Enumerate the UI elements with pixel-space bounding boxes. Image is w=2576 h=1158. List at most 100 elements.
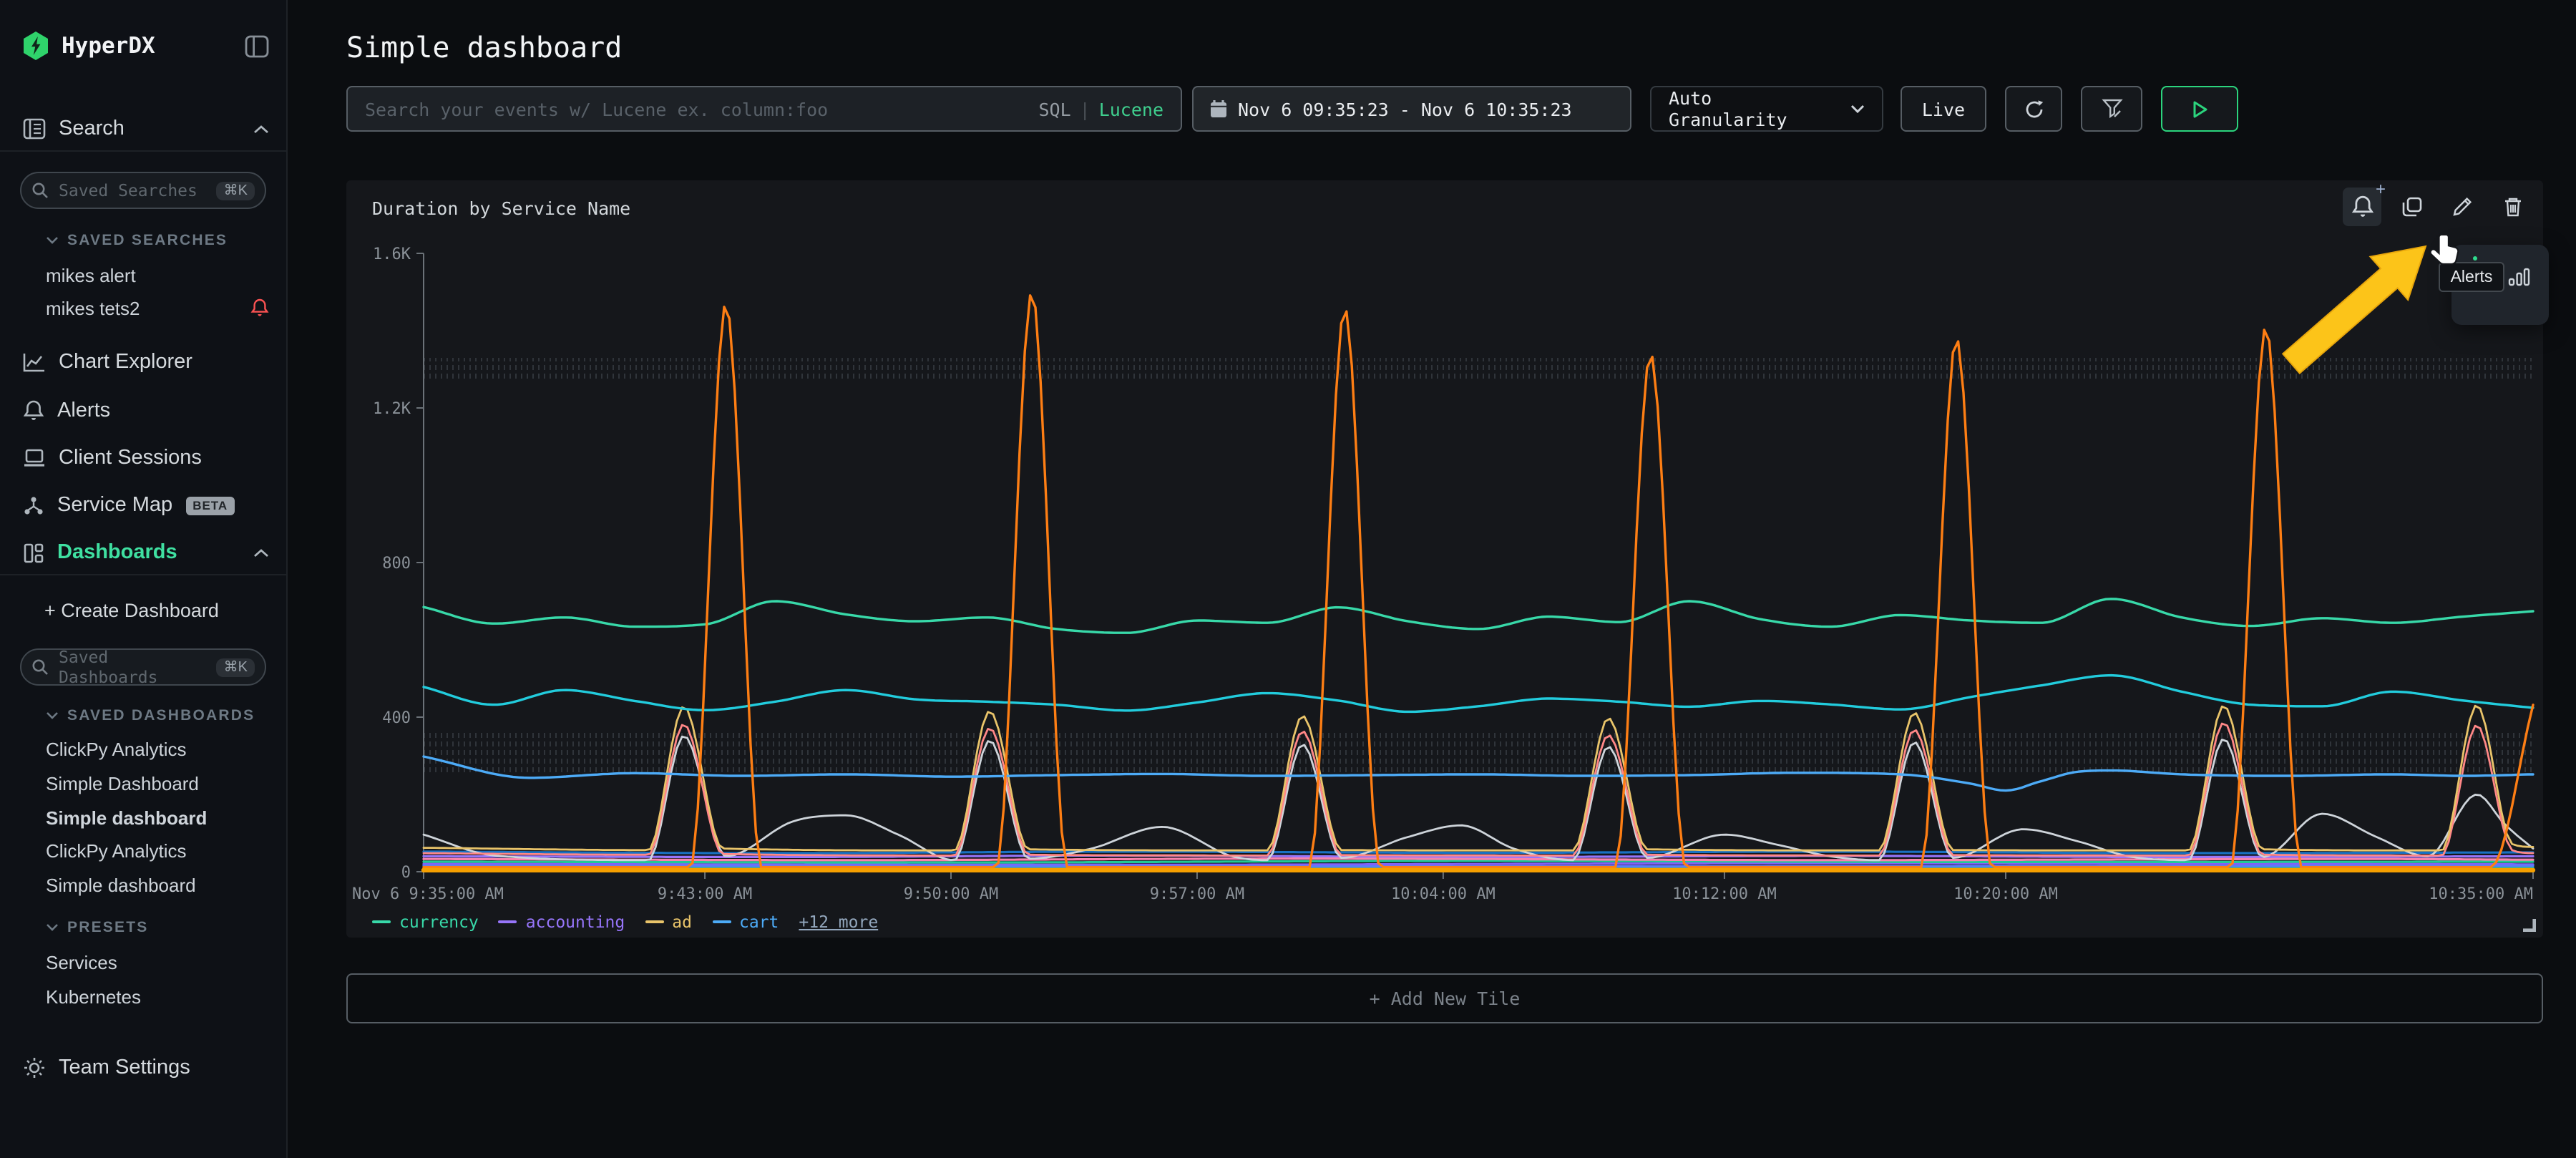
legend-item[interactable]: accounting — [499, 912, 625, 932]
saved-search-item[interactable]: mikes tets2 — [46, 293, 269, 322]
main-content: Simple dashboard 0 Tags Search your even… — [286, 0, 2576, 1158]
app-title: HyperDX — [62, 33, 155, 59]
resize-handle[interactable] — [2522, 918, 2536, 932]
sidebar-item-dashboards[interactable]: Dashboards — [23, 538, 269, 567]
chart-tile: Duration by Service Name + — [346, 180, 2543, 938]
saved-dashboards-header[interactable]: SAVED DASHBOARDS — [46, 701, 269, 730]
dashboards-icon — [23, 542, 44, 563]
saved-dashboards-input[interactable]: Saved Dashboards ⌘K — [20, 648, 266, 686]
search-section-icon — [23, 117, 46, 140]
chevron-up-icon[interactable] — [253, 124, 269, 134]
sidebar-item-search[interactable]: Search — [23, 115, 269, 143]
shortcut-badge: ⌘K — [217, 181, 255, 200]
service-map-icon — [23, 495, 44, 516]
bell-icon — [23, 399, 44, 422]
saved-dashboards-placeholder: Saved Dashboards — [59, 647, 207, 687]
create-dashboard-button[interactable]: + Create Dashboard — [44, 595, 269, 624]
event-search-placeholder: Search your events w/ Lucene ex. column:… — [365, 98, 1038, 120]
chevron-up-icon[interactable] — [253, 548, 269, 558]
time-range-picker[interactable]: Nov 6 09:35:23 - Nov 6 10:35:23 — [1192, 86, 1631, 132]
x-tick-label: Nov 6 9:35:00 AM — [352, 885, 504, 903]
sidebar-item-service-map[interactable]: Service Map BETA — [23, 491, 269, 520]
saved-searches-header[interactable]: SAVED SEARCHES — [46, 226, 269, 255]
sidebar-item-alerts[interactable]: Alerts — [23, 396, 269, 425]
sidebar-item-client-sessions[interactable]: Client Sessions — [23, 444, 269, 472]
sql-toggle[interactable]: SQL — [1038, 98, 1070, 120]
event-search-input[interactable]: Search your events w/ Lucene ex. column:… — [346, 86, 1182, 132]
dashboard-list-item[interactable]: Simple dashboard — [46, 870, 269, 899]
x-tick-label: 10:04:00 AM — [1391, 885, 1496, 903]
saved-searches-placeholder: Saved Searches — [59, 180, 207, 200]
chart-legend: currency accounting ad cart +12 more — [372, 912, 878, 932]
chevron-down-icon — [46, 711, 59, 720]
logo-row: HyperDX — [23, 31, 269, 60]
x-tick-label: 9:43:00 AM — [658, 885, 752, 903]
sidebar-search-label: Search — [59, 117, 125, 140]
legend-dash — [712, 920, 731, 923]
presets-header[interactable]: PRESETS — [46, 913, 269, 942]
legend-dash — [372, 920, 391, 923]
y-tick-label: 0 — [401, 864, 411, 882]
y-tick-label: 800 — [382, 555, 411, 573]
granularity-select[interactable]: Auto Granularity — [1650, 86, 1883, 132]
add-new-tile-button[interactable]: + Add New Tile — [346, 973, 2543, 1023]
series-checkout — [424, 676, 2533, 712]
series-quote — [424, 863, 2533, 865]
page-title: Simple dashboard — [346, 30, 622, 64]
gear-icon — [23, 1056, 46, 1079]
search-icon — [31, 658, 49, 676]
series-shipping — [424, 736, 2533, 860]
sidebar-divider — [0, 574, 286, 575]
refresh-button[interactable] — [2005, 86, 2062, 132]
series-frontend — [424, 296, 2533, 867]
dashboard-list-item[interactable]: ClickPy Analytics — [46, 836, 269, 865]
cursor-pointer-icon — [2429, 232, 2460, 271]
chevron-down-icon — [1850, 104, 1865, 113]
play-icon — [2192, 99, 2207, 118]
laptop-icon — [23, 448, 46, 468]
status-dot — [2473, 256, 2477, 261]
series-currency — [424, 599, 2533, 633]
y-tick-label: 1.6K — [373, 245, 411, 263]
line-chart-icon — [23, 352, 46, 372]
dashboard-list-item-active[interactable]: Simple dashboard — [46, 803, 269, 832]
legend-dash — [645, 920, 663, 923]
sidebar: HyperDX Search — [0, 0, 288, 1158]
preset-item-services[interactable]: Services — [46, 948, 269, 976]
hyperdx-logo-icon — [23, 31, 49, 60]
refresh-icon — [2023, 98, 2044, 120]
search-icon — [31, 182, 49, 199]
legend-more-link[interactable]: +12 more — [799, 912, 878, 932]
x-tick-label: 10:12:00 AM — [1672, 885, 1777, 903]
bar-chart-icon[interactable] — [2507, 265, 2532, 289]
beta-badge: BETA — [185, 496, 235, 515]
legend-item[interactable]: cart — [712, 912, 779, 932]
chevron-down-icon — [46, 923, 59, 932]
legend-item[interactable]: ad — [645, 912, 692, 932]
preset-item-kubernetes[interactable]: Kubernetes — [46, 982, 269, 1011]
run-query-button[interactable] — [2161, 86, 2238, 132]
x-tick-label: 10:35:00 AM — [2429, 885, 2533, 903]
series-ad — [424, 706, 2533, 850]
lucene-toggle[interactable]: Lucene — [1099, 98, 1163, 120]
legend-item[interactable]: currency — [372, 912, 479, 932]
x-tick-label: 10:20:00 AM — [1953, 885, 2058, 903]
chevron-down-icon — [46, 236, 59, 245]
sidebar-divider — [0, 150, 286, 152]
hyperdx-app: HyperDX Search — [0, 0, 2576, 1158]
sidebar-item-team-settings[interactable]: Team Settings — [23, 1054, 269, 1082]
filter-edit-button[interactable] — [2081, 86, 2142, 132]
sidebar-item-chart-explorer[interactable]: Chart Explorer — [23, 348, 269, 376]
calendar-icon — [1209, 99, 1228, 119]
duration-line-chart[interactable]: 04008001.2K1.6KNov 6 9:35:00 AM9:43:00 A… — [346, 180, 2543, 938]
x-tick-label: 9:57:00 AM — [1150, 885, 1244, 903]
live-button[interactable]: Live — [1901, 86, 1986, 132]
x-tick-label: 9:50:00 AM — [904, 885, 998, 903]
saved-search-item[interactable]: mikes alert — [46, 261, 269, 289]
y-tick-label: 1.2K — [373, 400, 411, 418]
saved-searches-input[interactable]: Saved Searches ⌘K — [20, 172, 266, 209]
dashboard-list-item[interactable]: ClickPy Analytics — [46, 734, 269, 763]
dashboard-list-item[interactable]: Simple Dashboard — [46, 769, 269, 797]
sidebar-collapse-icon[interactable] — [245, 34, 269, 58]
annotation-arrow — [2265, 232, 2440, 378]
